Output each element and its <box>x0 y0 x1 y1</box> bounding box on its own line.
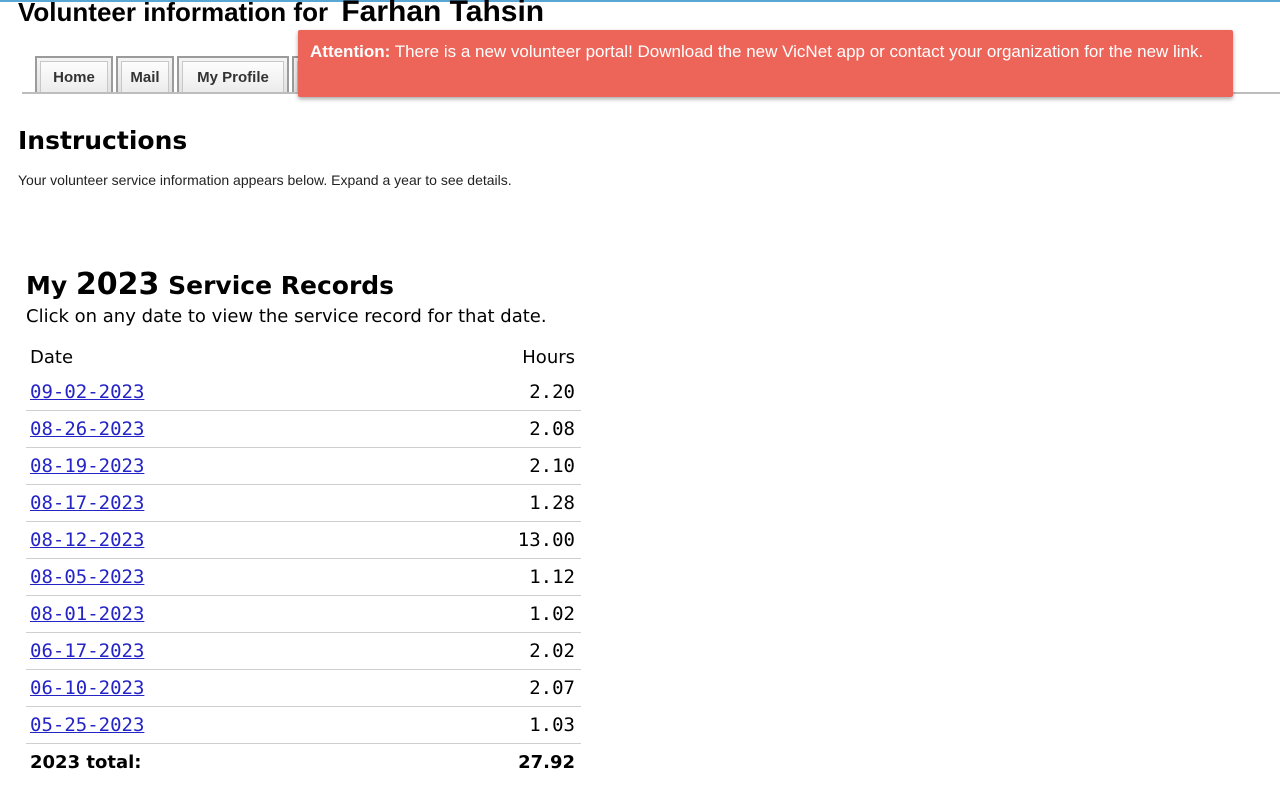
table-header-row: Date Hours <box>26 340 581 374</box>
hours-cell: 1.28 <box>386 484 581 522</box>
hours-cell: 2.08 <box>386 410 581 448</box>
tab-mail[interactable]: Mail <box>116 56 174 92</box>
table-row: 08-01-2023 1.02 <box>26 595 581 633</box>
hours-cell: 2.07 <box>386 669 581 707</box>
total-label: 2023 total: <box>30 751 142 773</box>
hours-column-header: Hours <box>522 346 575 368</box>
date-link[interactable]: 06-17-2023 <box>30 640 144 662</box>
date-cell: 08-19-2023 <box>26 447 387 485</box>
hours-cell: 1.02 <box>386 595 581 633</box>
hours-cell: 1.12 <box>386 558 581 596</box>
attention-message: There is a new volunteer portal! Downloa… <box>394 42 1204 61</box>
attention-banner: Attention: There is a new volunteer port… <box>298 30 1233 97</box>
total-value: 27.92 <box>518 751 575 773</box>
date-link[interactable]: 08-05-2023 <box>30 566 144 588</box>
date-link[interactable]: 08-17-2023 <box>30 492 144 514</box>
records-heading-suffix: Service Records <box>168 271 395 300</box>
instructions-heading: Instructions <box>18 126 188 155</box>
date-cell: 08-05-2023 <box>26 558 387 596</box>
records-heading-year: 2023 <box>75 267 160 302</box>
records-heading: My 2023 Service Records <box>26 267 394 304</box>
tab-my-profile[interactable]: My Profile <box>177 56 289 92</box>
page-title-label: Volunteer information for <box>18 0 329 27</box>
date-cell: 08-01-2023 <box>26 595 387 633</box>
date-cell: 06-10-2023 <box>26 669 387 707</box>
date-cell: 06-17-2023 <box>26 632 387 670</box>
date-cell: 08-17-2023 <box>26 484 387 522</box>
total-row: 2023 total: 27.92 <box>26 744 581 781</box>
records-subtitle: Click on any date to view the service re… <box>26 306 547 327</box>
records-heading-prefix: My <box>26 271 68 300</box>
date-cell: 09-02-2023 <box>26 374 387 411</box>
date-link[interactable]: 05-25-2023 <box>30 714 144 736</box>
table-row: 09-02-2023 2.20 <box>26 374 581 411</box>
table-row: 08-19-2023 2.10 <box>26 447 581 485</box>
tab-home-label: Home <box>40 61 108 92</box>
date-column-header: Date <box>30 346 74 368</box>
table-row: 08-17-2023 1.28 <box>26 484 581 522</box>
table-row: 06-17-2023 2.02 <box>26 632 581 670</box>
hours-cell: 2.20 <box>386 374 581 411</box>
volunteer-name: Farhan Tahsin <box>341 0 545 28</box>
attention-label: Attention: <box>310 42 391 61</box>
table-row: 08-05-2023 1.12 <box>26 558 581 596</box>
date-cell: 08-26-2023 <box>26 410 387 448</box>
date-link[interactable]: 08-26-2023 <box>30 418 144 440</box>
date-link[interactable]: 09-02-2023 <box>30 381 144 403</box>
hours-cell: 2.10 <box>386 447 581 485</box>
date-link[interactable]: 08-19-2023 <box>30 455 144 477</box>
hours-cell: 2.02 <box>386 632 581 670</box>
hours-cell: 13.00 <box>386 521 581 559</box>
table-row: 08-12-2023 13.00 <box>26 521 581 559</box>
tab-mail-label: Mail <box>121 61 169 92</box>
date-cell: 08-12-2023 <box>26 521 387 559</box>
date-link[interactable]: 08-01-2023 <box>30 603 144 625</box>
tab-home[interactable]: Home <box>35 56 113 92</box>
service-records-table: Date Hours 09-02-2023 2.20 08-26-2023 2.… <box>26 340 581 780</box>
tab-my-profile-label: My Profile <box>182 61 284 92</box>
hours-cell: 1.03 <box>386 706 581 744</box>
table-row: 06-10-2023 2.07 <box>26 669 581 707</box>
table-row: 05-25-2023 1.03 <box>26 706 581 744</box>
instructions-text: Your volunteer service information appea… <box>18 172 512 188</box>
date-link[interactable]: 08-12-2023 <box>30 529 144 551</box>
date-cell: 05-25-2023 <box>26 706 387 744</box>
table-row: 08-26-2023 2.08 <box>26 410 581 448</box>
date-link[interactable]: 06-10-2023 <box>30 677 144 699</box>
page-title: Volunteer information for Farhan Tahsin <box>18 0 544 29</box>
